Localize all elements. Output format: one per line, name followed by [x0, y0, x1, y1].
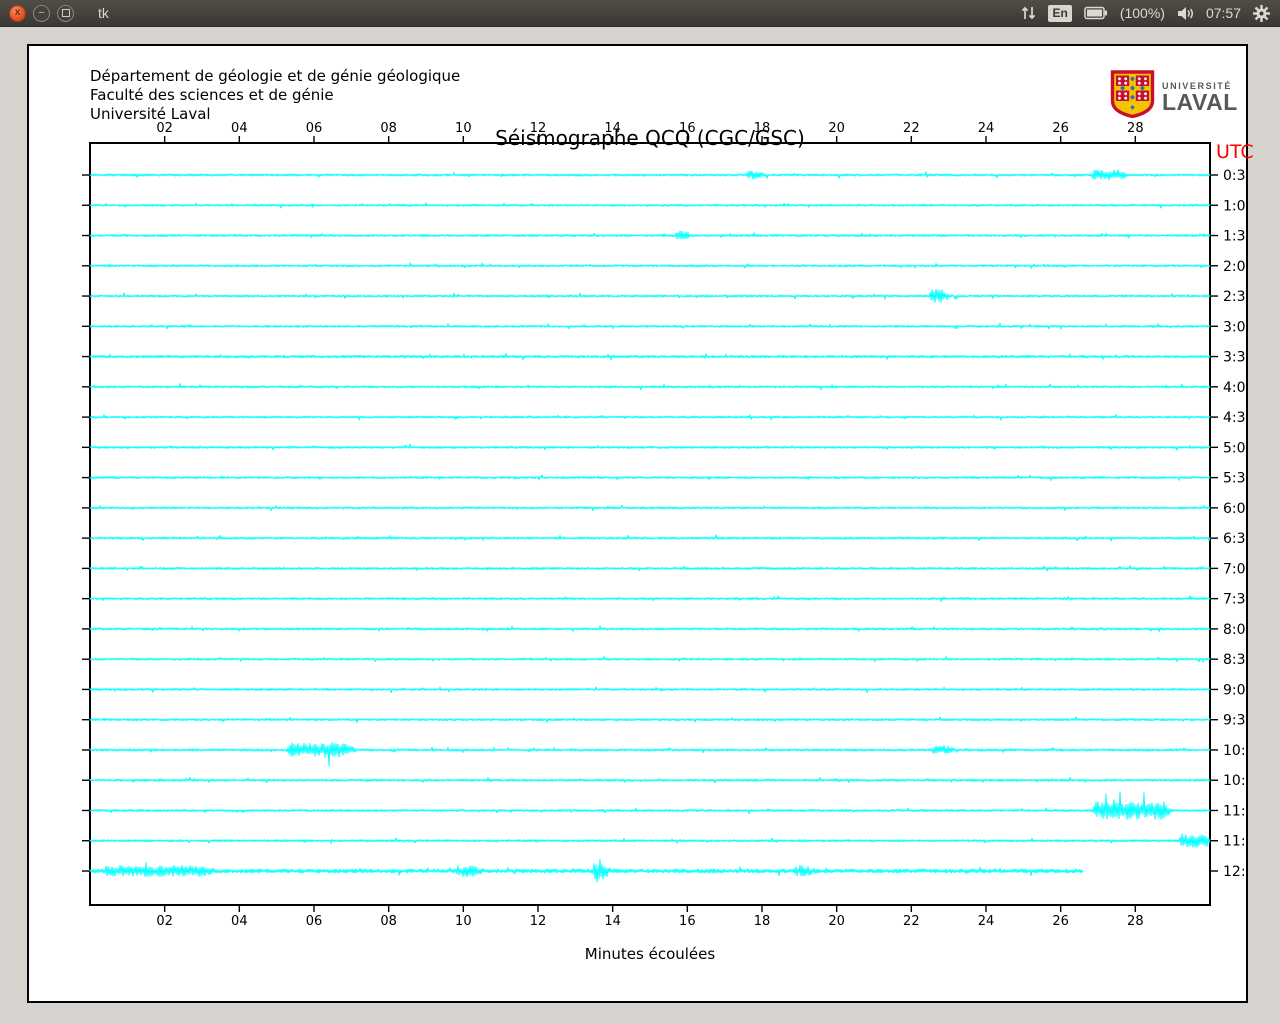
- tick-label: 04: [231, 914, 248, 929]
- battery-percentage: (100%): [1119, 5, 1165, 21]
- seismogram-trace: [89, 776, 1211, 784]
- seismogram-trace: [89, 595, 1211, 602]
- seismogram-trace: [89, 262, 1211, 269]
- tick-label: 26: [1052, 914, 1069, 929]
- seismogram-trace: [89, 353, 1211, 361]
- titlebar: x – tk En (100%) 07:57: [0, 0, 1280, 27]
- utc-time-label: 9:00: [1223, 682, 1246, 698]
- tick-label: 18: [754, 914, 771, 929]
- window-controls: x –: [9, 4, 74, 22]
- seismogram-trace: [89, 202, 1211, 209]
- seismogram-trace: [89, 169, 1211, 181]
- seismograph-canvas: Département de géologie et de génie géol…: [27, 44, 1254, 1003]
- tick-label: 28: [1127, 121, 1144, 136]
- seismogram-trace: [89, 230, 1211, 240]
- network-arrows-icon[interactable]: [1021, 5, 1036, 21]
- tick-label: 06: [306, 914, 323, 929]
- utc-time-label: 3:00: [1223, 319, 1246, 335]
- utc-time-label: 11:30: [1223, 834, 1246, 850]
- seismogram-trace: [89, 504, 1211, 512]
- seismogram-trace: [89, 565, 1211, 572]
- utc-time-label: 7:30: [1223, 592, 1246, 608]
- seismogram-trace: [89, 686, 1211, 694]
- keyboard-layout-indicator[interactable]: En: [1048, 4, 1072, 22]
- tick-label: 10: [455, 121, 472, 136]
- utc-time-label: 10:00: [1223, 743, 1246, 759]
- seismogram-trace: [89, 289, 1211, 303]
- window-title: tk: [98, 5, 109, 21]
- tick-label: 14: [604, 121, 621, 136]
- tick-label: 18: [754, 121, 771, 136]
- seismogram-trace: [89, 656, 1211, 663]
- maximize-button[interactable]: [57, 4, 74, 22]
- seismogram-trace: [89, 414, 1211, 421]
- utc-time-label: 0:30: [1223, 168, 1246, 184]
- utc-time-label: 5:00: [1223, 440, 1246, 456]
- utc-time-label: 2:00: [1223, 259, 1246, 275]
- clock[interactable]: 07:57: [1206, 5, 1241, 21]
- tick-label: 14: [604, 914, 621, 929]
- tick-label: 02: [156, 121, 173, 136]
- utc-time-label: 6:30: [1223, 531, 1246, 547]
- tick-label: 10: [455, 914, 472, 929]
- utc-time-label: 9:30: [1223, 713, 1246, 729]
- maximize-icon: [61, 9, 70, 17]
- tick-label: 04: [231, 121, 248, 136]
- utc-time-label: 2:30: [1223, 289, 1246, 305]
- utc-time-label: 4:30: [1223, 410, 1246, 426]
- tick-label: 22: [903, 914, 920, 929]
- tick-label: 24: [978, 121, 995, 136]
- system-tray: En (100%) 07:57: [1021, 4, 1270, 22]
- utc-time-label: 6:00: [1223, 501, 1246, 517]
- seismogram-trace: [89, 833, 1211, 848]
- seismograph-plot: 02 02 04 04 06 06 08 08 10 10 12 12 14 14 16 16 18 18 20 20…: [82, 121, 1246, 929]
- seismogram-trace: [89, 716, 1211, 724]
- seismogram-trace: [89, 625, 1211, 632]
- volume-icon[interactable]: [1177, 6, 1194, 21]
- tick-label: 06: [306, 121, 323, 136]
- utc-time-label: 1:30: [1223, 229, 1246, 245]
- utc-time-label: 10:30: [1223, 773, 1246, 789]
- utc-time-label: 12:00: [1223, 864, 1246, 880]
- tick-label: 02: [156, 914, 173, 929]
- session-gear-icon[interactable]: [1253, 4, 1270, 22]
- tick-label: 20: [828, 121, 845, 136]
- battery-icon[interactable]: [1084, 6, 1108, 20]
- seismogram-trace: [89, 791, 1211, 820]
- utc-time-label: 1:00: [1223, 198, 1246, 214]
- tick-label: 12: [530, 121, 547, 136]
- seismogram-trace: [89, 443, 1211, 451]
- tick-label: 26: [1052, 121, 1069, 136]
- utc-time-label: 8:30: [1223, 652, 1246, 668]
- tick-label: 22: [903, 121, 920, 136]
- minimize-button[interactable]: –: [33, 4, 50, 22]
- tick-label: 16: [679, 121, 696, 136]
- utc-time-label: 7:00: [1223, 561, 1246, 577]
- tick-label: 20: [828, 914, 845, 929]
- tick-label: 28: [1127, 914, 1144, 929]
- seismogram-trace: [89, 858, 1084, 883]
- seismogram-trace: [89, 383, 1211, 391]
- seismogram-trace: [89, 474, 1211, 481]
- x-axis-title: Minutes écoulées: [584, 945, 716, 963]
- seismogram-trace: [89, 534, 1211, 542]
- close-button[interactable]: x: [9, 4, 26, 22]
- tick-label: 16: [679, 914, 696, 929]
- tick-label: 12: [530, 914, 547, 929]
- utc-time-label: 11:00: [1223, 803, 1246, 819]
- tick-label: 24: [978, 914, 995, 929]
- utc-time-label: 5:30: [1223, 471, 1246, 487]
- utc-time-label: 3:30: [1223, 350, 1246, 366]
- seismogram-trace: [89, 742, 1211, 767]
- tick-label: 08: [380, 914, 397, 929]
- seismogram-trace: [89, 322, 1211, 330]
- utc-time-label: 4:00: [1223, 380, 1246, 396]
- tick-label: 08: [380, 121, 397, 136]
- utc-time-label: 8:00: [1223, 622, 1246, 638]
